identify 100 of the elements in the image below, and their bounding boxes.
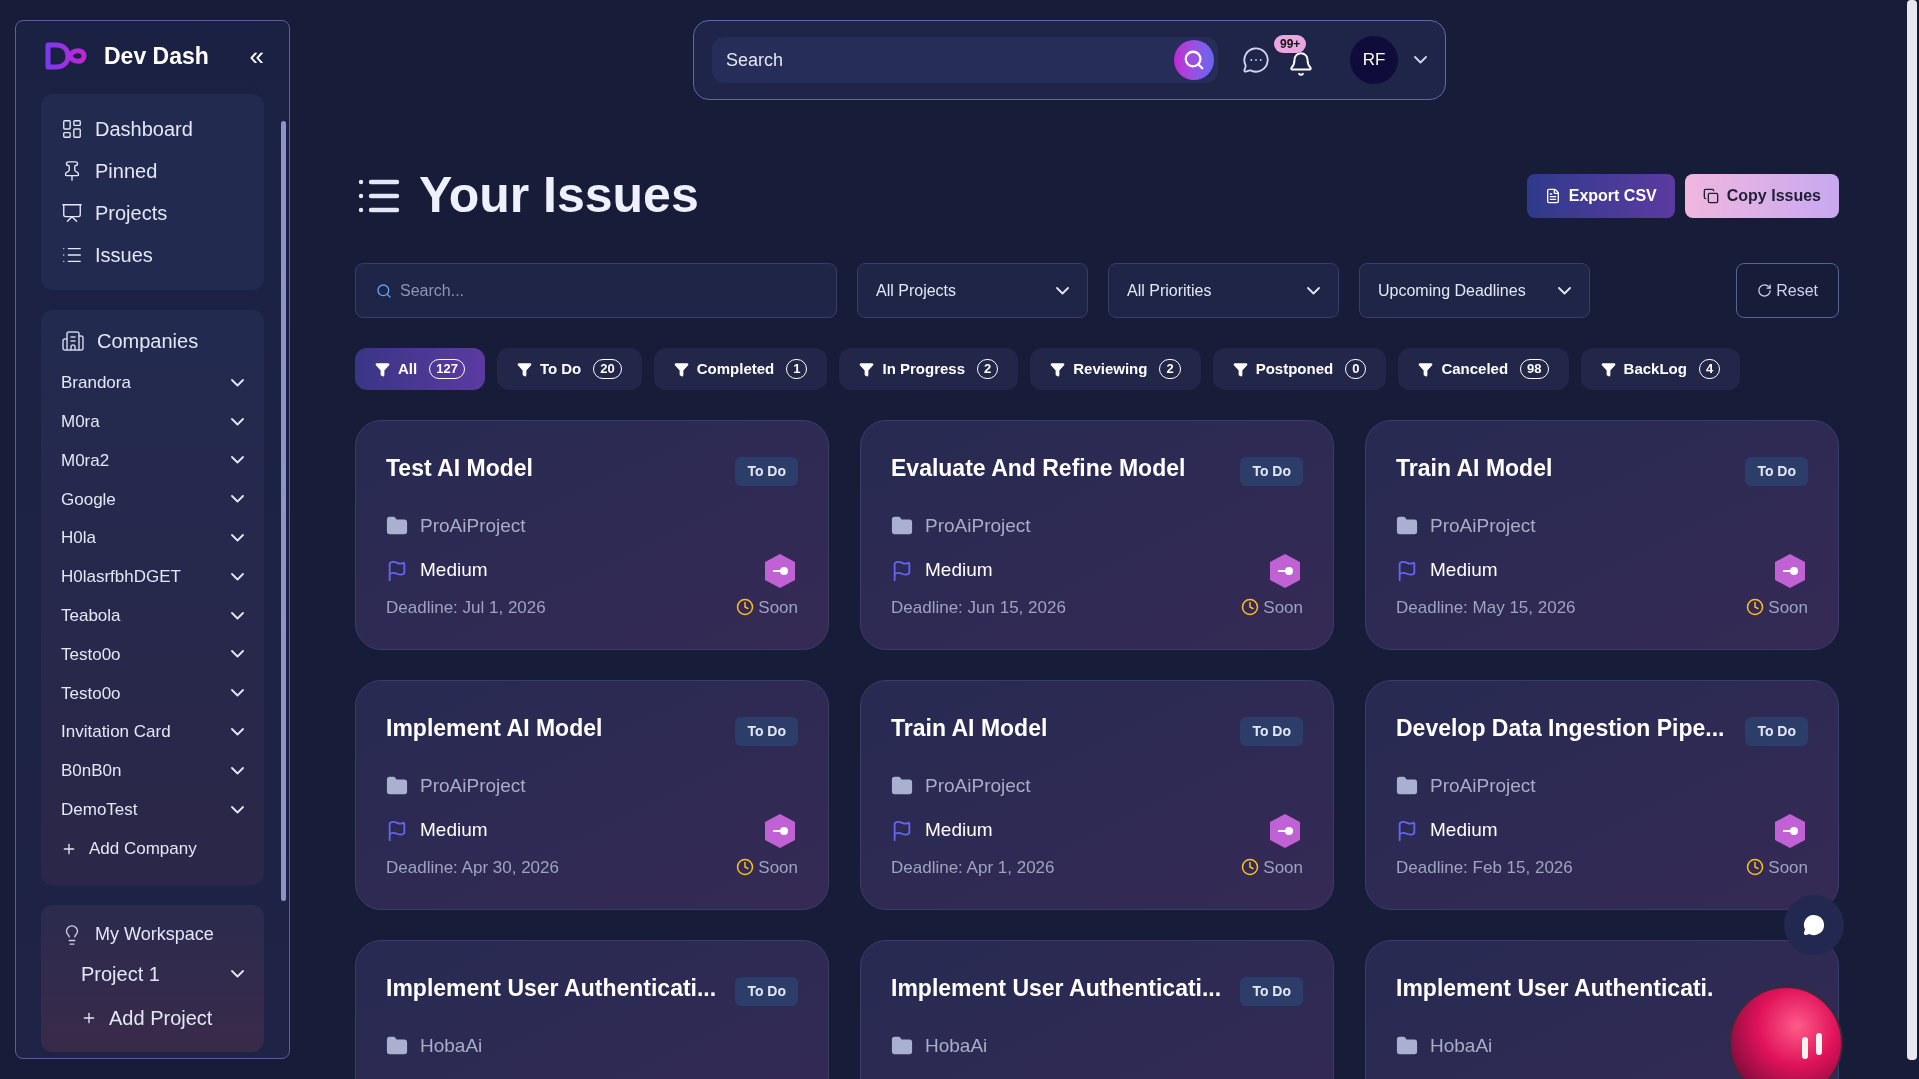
project-item[interactable]: Project 1 xyxy=(61,956,244,993)
flag-icon xyxy=(386,559,408,582)
status-tab[interactable]: Postponed 0 xyxy=(1212,348,1387,390)
file-icon xyxy=(1544,187,1561,204)
issue-card[interactable]: Test AI Model To Do ProAiProject Medium Deadline: Jul 1, 2026 Soon xyxy=(355,420,829,650)
issue-title: Implement User Authenticati... xyxy=(891,974,1222,1003)
company-item[interactable]: Teabola xyxy=(61,596,244,636)
flag-icon xyxy=(386,819,408,842)
search-bar[interactable]: Search xyxy=(712,37,1218,83)
nav-item[interactable]: Pinned xyxy=(61,155,244,186)
filter-icon xyxy=(1600,361,1616,377)
priority-label: Medium xyxy=(1430,558,1498,583)
priority-label: Medium xyxy=(420,558,488,583)
company-item[interactable]: B0nB0n xyxy=(61,751,244,791)
add-project-button[interactable]: Add Project xyxy=(61,1000,244,1037)
issue-search-bar[interactable]: Search... xyxy=(355,263,837,318)
hexagon-avatar-icon xyxy=(1772,552,1808,589)
projects-icon xyxy=(61,201,83,224)
status-badge: To Do xyxy=(1240,717,1303,746)
status-badge: To Do xyxy=(1745,717,1808,746)
hexagon-avatar-icon xyxy=(762,812,798,849)
project-name: ProAiProject xyxy=(1430,774,1536,798)
status-tab[interactable]: Canceled 98 xyxy=(1398,348,1569,390)
company-item[interactable]: M0ra2 xyxy=(61,441,244,480)
due-label: Soon xyxy=(1263,596,1303,619)
status-badge: To Do xyxy=(1240,977,1303,1006)
company-item[interactable]: Testo0o xyxy=(61,673,244,713)
status-tab[interactable]: In Progress 2 xyxy=(839,348,1019,390)
company-item[interactable]: H0la xyxy=(61,518,244,558)
flag-icon xyxy=(891,819,913,842)
collapse-button[interactable]: « xyxy=(249,43,264,70)
deadline-text: Deadline: Apr 30, 2026 xyxy=(386,856,559,879)
page-scrollbar[interactable] xyxy=(1907,0,1917,1060)
issue-card[interactable]: Develop Data Ingestion Pipe... To Do ProAiProject Medium Deadline: Feb 15, 2026 Soon xyxy=(1365,680,1839,910)
status-tab[interactable]: Reviewing 2 xyxy=(1030,348,1201,390)
issue-card[interactable]: Implement User Authenticati... To Do HobaAi xyxy=(860,940,1334,1079)
search-field[interactable]: Search xyxy=(726,46,1174,74)
filter-icon xyxy=(516,361,532,377)
assistant-orb-overlay[interactable] xyxy=(1728,985,1844,1079)
reset-button[interactable]: Reset xyxy=(1736,263,1839,318)
project-name: ProAiProject xyxy=(420,774,526,798)
due-label: Soon xyxy=(1768,596,1808,619)
issue-title: Test AI Model xyxy=(386,454,533,483)
company-item[interactable]: Invitation Card xyxy=(61,712,244,752)
issue-card[interactable]: Implement AI Model To Do ProAiProject Medium Deadline: Apr 30, 2026 Soon xyxy=(355,680,829,910)
section-title: Companies xyxy=(97,328,199,354)
company-item[interactable]: DemoTest xyxy=(61,790,244,830)
filter-dropdown[interactable]: All Projects xyxy=(857,263,1088,318)
issue-card[interactable]: Implement User Authenticati... To Do HobaAi xyxy=(355,940,829,1079)
issue-title: Evaluate And Refine Model xyxy=(891,454,1186,483)
scrollbar[interactable] xyxy=(281,121,286,901)
company-item[interactable]: M0ra xyxy=(61,402,244,442)
project-name: HobaAi xyxy=(1430,1033,1493,1058)
priority-label: Medium xyxy=(420,818,488,843)
company-item[interactable]: Brandora xyxy=(61,363,244,403)
chat-icon[interactable] xyxy=(1242,46,1270,74)
section-title: My Workspace xyxy=(95,923,214,947)
company-item[interactable]: H0lasrfbhDGET xyxy=(61,557,244,597)
search-icon xyxy=(376,282,392,299)
status-badge: To Do xyxy=(735,457,798,486)
filter-dropdown[interactable]: All Priorities xyxy=(1108,263,1339,318)
logo-icon xyxy=(44,41,88,72)
status-tab[interactable]: To Do 20 xyxy=(496,348,642,390)
status-tab[interactable]: BackLog 4 xyxy=(1580,348,1741,390)
copy-icon xyxy=(1702,187,1719,204)
reset-icon xyxy=(1757,283,1773,298)
search-button[interactable] xyxy=(1174,40,1214,80)
chat-bubble-icon xyxy=(1803,914,1825,936)
nav-item[interactable]: Dashboard xyxy=(61,113,244,144)
copy-button[interactable]: Copy Issues xyxy=(1684,173,1839,218)
nav-item[interactable]: Issues xyxy=(61,239,244,270)
nav-item[interactable]: Projects xyxy=(61,197,244,228)
project-name: HobaAi xyxy=(420,1034,483,1058)
flag-icon xyxy=(1396,819,1418,842)
add-company-button[interactable]: Add Company xyxy=(61,829,244,870)
issue-title: Train AI Model xyxy=(891,714,1048,743)
filter-dropdown[interactable]: Upcoming Deadlines xyxy=(1359,263,1590,318)
project-name: ProAiProject xyxy=(1430,514,1536,538)
company-item[interactable]: Google xyxy=(61,479,244,519)
export-button[interactable]: Export CSV xyxy=(1526,173,1675,218)
clock-icon xyxy=(736,858,755,877)
issue-card[interactable]: Evaluate And Refine Model To Do ProAiProject Medium Deadline: Jun 15, 2026 Soon xyxy=(860,420,1334,650)
issue-search-field[interactable]: Search... xyxy=(400,278,816,303)
notification-badge: 99+ xyxy=(1274,35,1307,53)
priority-label: Medium xyxy=(1430,818,1498,843)
company-item[interactable]: Testo0o xyxy=(61,635,244,674)
avatar[interactable]: RF xyxy=(1350,36,1398,84)
clock-icon xyxy=(1241,598,1260,617)
issue-card[interactable]: Train AI Model To Do ProAiProject Medium Deadline: Apr 1, 2026 Soon xyxy=(860,680,1334,910)
clock-icon xyxy=(736,598,755,617)
bell-icon[interactable] xyxy=(1288,51,1314,77)
issue-card[interactable]: Train AI Model To Do ProAiProject Medium Deadline: May 15, 2026 Soon xyxy=(1365,420,1839,650)
project-name: HobaAi xyxy=(925,1034,988,1058)
filter-icon xyxy=(1050,361,1066,377)
status-tab[interactable]: Completed 1 xyxy=(653,348,828,390)
status-tab[interactable]: All 127 xyxy=(355,348,485,390)
due-label: Soon xyxy=(1263,856,1303,879)
chevron-icon xyxy=(1307,286,1320,295)
status-badge: To Do xyxy=(735,977,798,1006)
hexagon-avatar-icon xyxy=(1267,552,1303,589)
